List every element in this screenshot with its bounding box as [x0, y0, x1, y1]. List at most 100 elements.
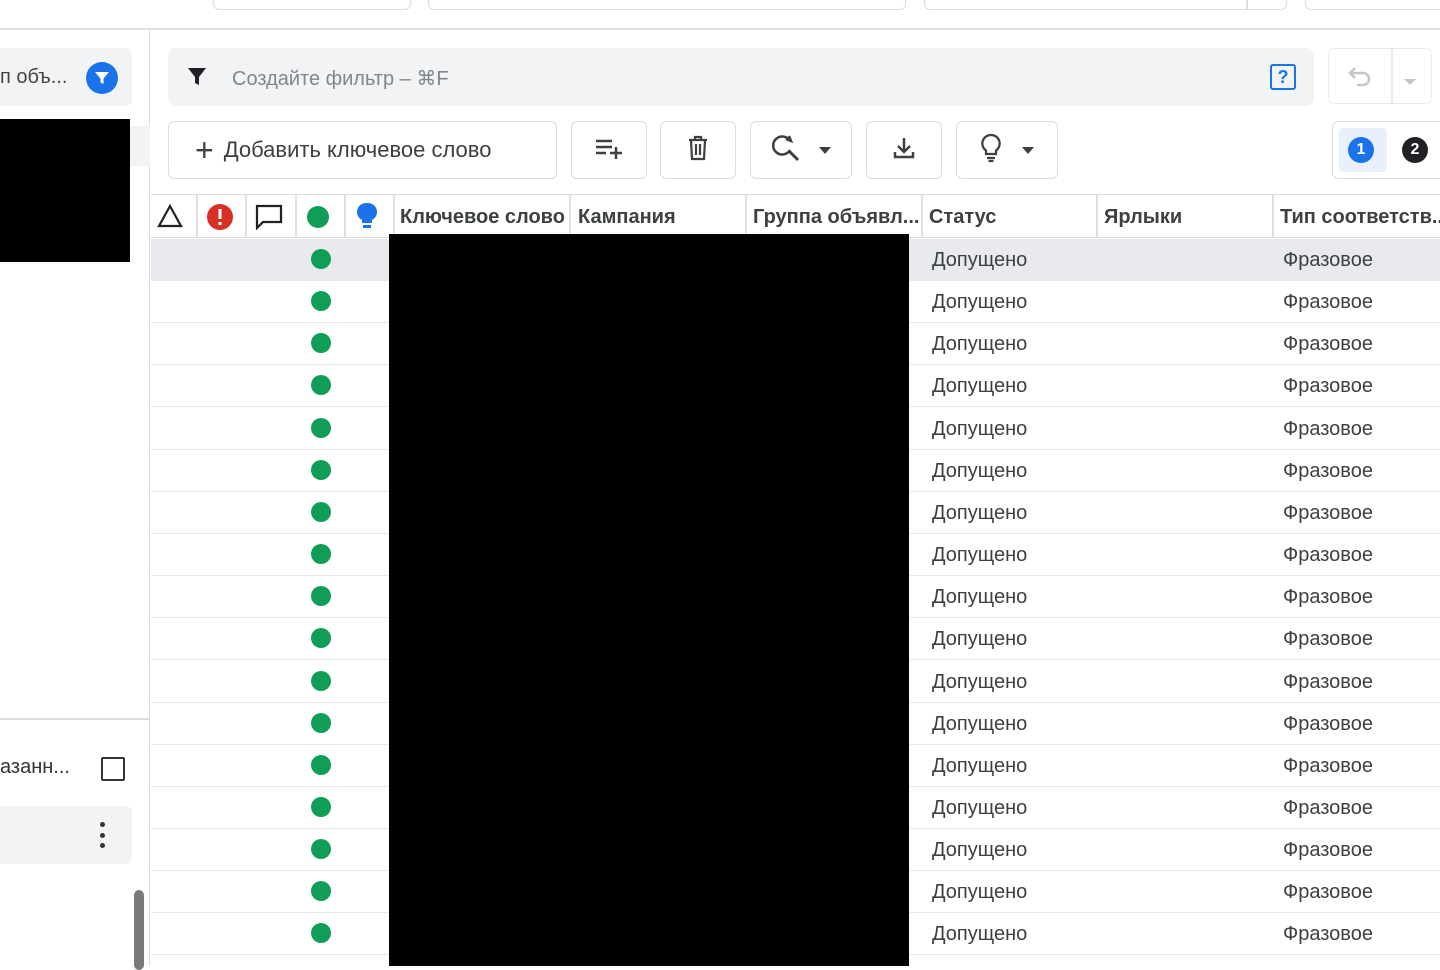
undo-group[interactable]	[1328, 48, 1432, 104]
match-type-cell: Фразовое	[1283, 839, 1373, 862]
match-type-cell: Фразовое	[1283, 923, 1373, 946]
match-type-cell: Фразовое	[1283, 375, 1373, 398]
filter-icon[interactable]	[86, 62, 118, 94]
match-type-cell: Фразовое	[1283, 501, 1373, 524]
match-type-cell: Фразовое	[1283, 712, 1373, 735]
status-dot-icon	[311, 291, 331, 312]
table-header: Ключевое слово Кампания Группа объявл...…	[151, 194, 1440, 238]
column-separator	[393, 195, 395, 237]
delete-icon	[686, 135, 710, 166]
column-header-labels[interactable]: Ярлыки	[1104, 206, 1269, 229]
help-icon[interactable]: ?	[1270, 64, 1296, 90]
redacted-block	[389, 234, 909, 966]
filter-input[interactable]: Создайте фильтр – ⌘F	[232, 66, 449, 91]
status-cell: Допущено	[932, 881, 1028, 904]
match-type-cell: Фразовое	[1283, 754, 1373, 777]
status-cell: Допущено	[932, 923, 1028, 946]
status-cell: Допущено	[932, 796, 1028, 819]
sidebar-scrollbar[interactable]	[134, 890, 144, 970]
error-icon[interactable]	[206, 203, 234, 236]
download-icon	[892, 136, 916, 165]
column-header-status[interactable]: Статус	[929, 206, 1094, 229]
step-2-badge[interactable]: 2	[1402, 137, 1428, 163]
status-cell: Допущено	[932, 712, 1028, 735]
status-dot-icon	[311, 628, 331, 649]
chevron-down-icon	[1022, 141, 1034, 159]
status-cell: Допущено	[932, 249, 1028, 271]
status-dot-icon	[311, 796, 331, 817]
more-vert-icon[interactable]	[92, 822, 112, 848]
status-dot-icon	[311, 923, 331, 944]
status-dot-icon	[311, 670, 331, 691]
step-1-badge[interactable]: 1	[1348, 137, 1374, 163]
column-separator	[1272, 195, 1274, 237]
status-cell: Допущено	[932, 501, 1028, 524]
warning-triangle-icon[interactable]	[157, 203, 183, 233]
delete-button[interactable]	[660, 121, 736, 179]
left-panel: п объ... азанн...	[0, 30, 150, 970]
sidebar-menu-row[interactable]	[0, 806, 132, 864]
status-cell: Допущено	[932, 333, 1028, 356]
sidebar-filter-label: п объ...	[0, 66, 68, 88]
sidebar-selected-edge	[130, 126, 150, 166]
match-type-cell: Фразовое	[1283, 881, 1373, 904]
status-cell: Допущено	[932, 375, 1028, 398]
step-indicator[interactable]: 1 2	[1332, 121, 1440, 179]
plus-icon: +	[195, 132, 214, 168]
status-dot-icon	[311, 375, 331, 396]
status-dot-icon	[311, 501, 331, 522]
undo-icon[interactable]	[1347, 63, 1373, 92]
column-separator	[245, 195, 247, 237]
status-cell: Допущено	[932, 586, 1028, 609]
column-separator	[196, 195, 198, 237]
match-type-cell: Фразовое	[1283, 333, 1373, 356]
chevron-down-icon[interactable]	[1403, 73, 1417, 91]
match-type-cell: Фразовое	[1283, 586, 1373, 609]
recommendations-button[interactable]	[956, 121, 1058, 179]
column-separator	[344, 195, 346, 237]
match-type-cell: Фразовое	[1283, 544, 1373, 567]
column-separator	[569, 195, 571, 237]
sidebar-filter[interactable]: п объ...	[0, 48, 132, 106]
column-separator	[295, 195, 297, 237]
status-dot-icon	[311, 417, 331, 438]
top-field-2[interactable]	[428, 0, 906, 10]
status-dot-icon	[311, 586, 331, 607]
filter-bar[interactable]: Создайте фильтр – ⌘F ?	[168, 48, 1314, 106]
lightbulb-icon	[980, 133, 1002, 168]
status-dot-icon	[311, 881, 331, 902]
sidebar-option-label: азанн...	[0, 756, 70, 778]
match-type-cell: Фразовое	[1283, 459, 1373, 482]
bulk-add-button[interactable]	[571, 121, 647, 179]
column-separator	[1096, 195, 1098, 237]
match-type-cell: Фразовое	[1283, 628, 1373, 651]
status-cell: Допущено	[932, 839, 1028, 862]
top-field-1[interactable]	[213, 0, 411, 10]
sidebar-option-checkbox[interactable]	[101, 757, 125, 781]
column-separator	[745, 195, 747, 237]
status-dot-icon	[311, 544, 331, 565]
redacted-block	[0, 119, 130, 262]
add-keyword-button[interactable]: + Добавить ключевое слово	[168, 121, 557, 179]
status-dot-icon	[311, 249, 331, 269]
status-cell: Допущено	[932, 291, 1028, 314]
top-divider	[0, 28, 1440, 30]
download-button[interactable]	[866, 121, 942, 179]
column-separator	[921, 195, 923, 237]
chevron-down-icon	[819, 141, 831, 159]
find-replace-button[interactable]	[750, 121, 852, 179]
top-field-3[interactable]	[924, 0, 1287, 10]
comment-icon[interactable]	[255, 204, 283, 235]
status-dot-icon	[311, 459, 331, 480]
status-dot-icon	[311, 333, 331, 354]
match-type-cell: Фразовое	[1283, 796, 1373, 819]
column-header-ad-group[interactable]: Группа объявл...	[753, 206, 921, 229]
column-header-campaign[interactable]: Кампания	[578, 206, 743, 229]
column-header-match-type[interactable]: Тип соответств...	[1280, 206, 1440, 229]
top-field-4[interactable]	[1305, 0, 1440, 10]
match-type-cell: Фразовое	[1283, 417, 1373, 440]
status-cell: Допущено	[932, 417, 1028, 440]
status-dot-icon[interactable]	[307, 206, 329, 228]
column-header-keyword[interactable]: Ключевое слово	[400, 206, 570, 229]
lightbulb-icon[interactable]	[356, 202, 378, 237]
